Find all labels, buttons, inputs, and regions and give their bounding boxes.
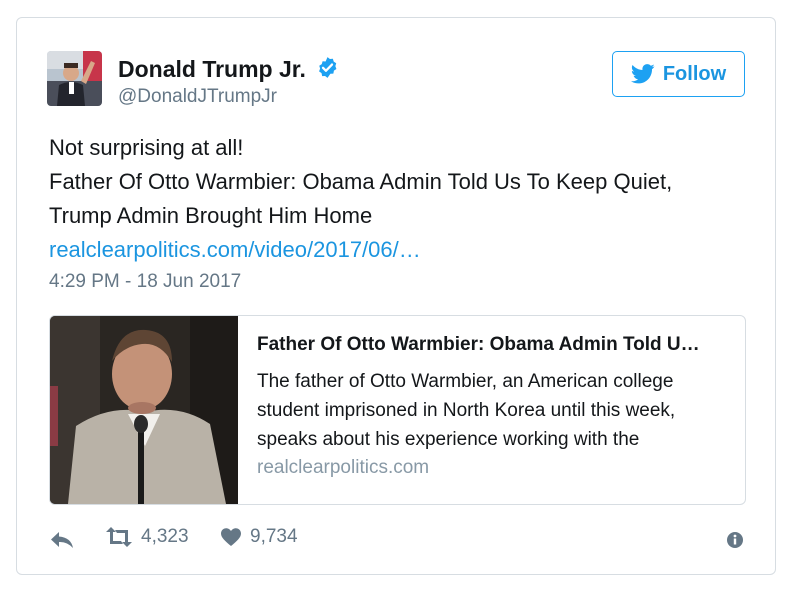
tweet-line: Not surprising at all! — [49, 135, 244, 160]
avatar[interactable] — [47, 51, 102, 106]
twitter-bird-icon — [630, 64, 655, 84]
card-domain: realclearpolitics.com — [257, 457, 430, 478]
tweet-text: Not surprising at all! Father Of Otto Wa… — [49, 131, 749, 267]
link-preview-card[interactable]: Father Of Otto Warmbier: Obama Admin Tol… — [49, 315, 746, 505]
like-button[interactable]: 9,734 — [220, 526, 298, 548]
follow-button[interactable]: Follow — [612, 51, 745, 97]
tweet-card: Donald Trump Jr. @DonaldJTrumpJr Follow … — [16, 17, 776, 575]
verified-badge-icon — [319, 57, 337, 78]
avatar-image — [47, 51, 102, 106]
info-button[interactable] — [726, 531, 744, 549]
follow-label: Follow — [662, 62, 727, 85]
like-count: 9,734 — [250, 526, 298, 547]
card-title: Father Of Otto Warmbier: Obama Admin Tol… — [257, 334, 700, 355]
card-thumbnail — [50, 316, 238, 504]
reply-button[interactable] — [49, 530, 75, 550]
tweet-line: Trump Admin Brought Him Home — [49, 203, 373, 228]
tweet-actions: 4,323 9,734 — [49, 526, 749, 556]
tweet-timestamp[interactable]: 4:29 PM - 18 Jun 2017 — [49, 271, 241, 293]
card-description: The father of Otto Warmbier, an American… — [257, 371, 676, 450]
tweet-link[interactable]: realclearpolitics.com/video/2017/06/… — [49, 237, 421, 262]
reply-icon — [51, 532, 73, 548]
retweet-icon — [106, 527, 132, 547]
author-handle[interactable]: @DonaldJTrumpJr — [118, 86, 277, 108]
retweet-button[interactable]: 4,323 — [105, 526, 189, 548]
tweet-line: Father Of Otto Warmbier: Obama Admin Tol… — [49, 169, 673, 194]
retweet-count: 4,323 — [141, 526, 189, 547]
heart-icon — [221, 528, 241, 546]
author-name[interactable]: Donald Trump Jr. — [118, 56, 306, 83]
info-icon — [727, 532, 743, 548]
